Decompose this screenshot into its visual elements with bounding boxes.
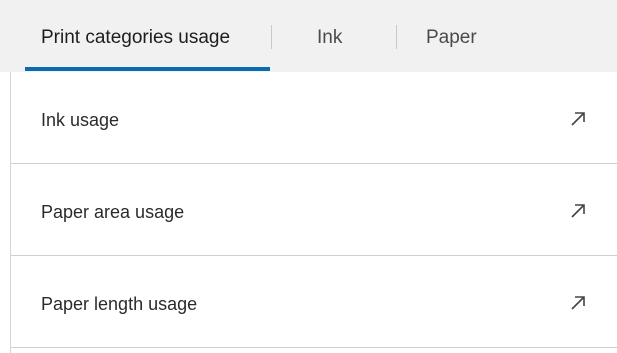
usage-list: Ink usage Paper area usage Paper length … — [10, 72, 617, 353]
page: Print categories usage Ink Paper Ink usa… — [0, 0, 617, 353]
tab-ink[interactable]: Ink — [317, 27, 342, 67]
tab-bar: Print categories usage Ink Paper — [0, 0, 617, 72]
tab-divider — [271, 25, 272, 49]
external-arrow-icon — [569, 202, 587, 220]
tab-paper[interactable]: Paper — [426, 27, 477, 67]
list-item-label: Paper length usage — [41, 294, 198, 314]
list-item-paper-area-usage[interactable]: Paper area usage — [11, 164, 617, 256]
tab-divider — [396, 25, 397, 49]
active-tab-indicator — [25, 67, 270, 71]
list-item-label: Ink usage — [41, 110, 120, 130]
list-item-ink-usage[interactable]: Ink usage — [11, 72, 617, 164]
list-item-paper-length-usage[interactable]: Paper length usage — [11, 256, 617, 348]
external-arrow-icon — [569, 294, 587, 312]
external-arrow-icon — [569, 110, 587, 128]
tab-print-categories-usage[interactable]: Print categories usage — [41, 27, 230, 67]
list-item-label: Paper area usage — [41, 202, 185, 222]
